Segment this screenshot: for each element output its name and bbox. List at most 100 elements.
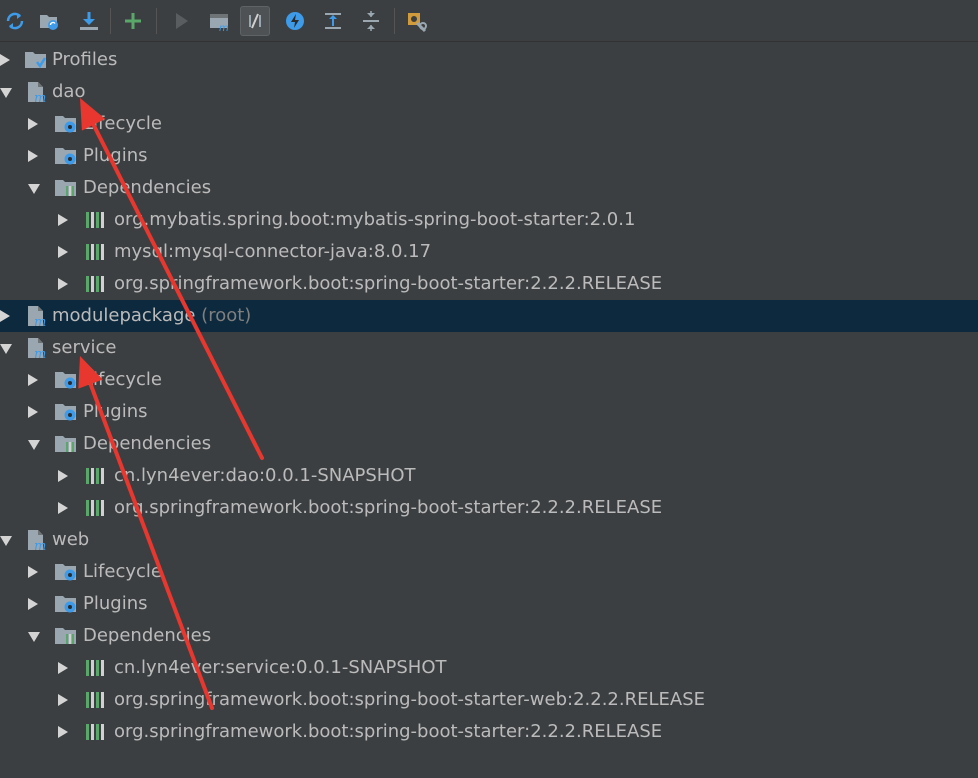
tree-node-text: Dependencies <box>83 177 212 198</box>
tree-node-text: Plugins <box>83 401 148 422</box>
tree-node-service-lifecycle[interactable]: Lifecycle <box>0 364 978 396</box>
tree-node-label: mysql:mysql-connector-java:8.0.17 <box>114 240 431 264</box>
expand-arrow-right-icon[interactable] <box>58 246 68 258</box>
tree-node-text: org.springframework.boot:spring-boot-sta… <box>114 497 663 518</box>
expand-arrow-right-icon[interactable] <box>0 310 10 322</box>
toggle-offline-icon[interactable] <box>240 6 270 36</box>
tree-node-web-dependencies[interactable]: Dependencies <box>0 620 978 652</box>
tree-node-label: Dependencies <box>83 432 211 456</box>
expand-arrow-down-icon[interactable] <box>0 344 12 354</box>
library-icon <box>84 721 108 743</box>
tree-node-text: cn.lyn4ever:service:0.0.1-SNAPSHOT <box>114 657 447 678</box>
tree-node-text: Profiles <box>52 49 118 70</box>
svg-text:m: m <box>34 347 46 359</box>
settings-icon[interactable] <box>402 6 432 36</box>
library-icon <box>84 273 108 295</box>
library-icon <box>84 657 108 679</box>
expand-arrow-right-icon[interactable] <box>0 54 10 66</box>
plugins-folder-icon <box>54 593 78 615</box>
tree-node-label: Lifecycle <box>83 368 162 392</box>
expand-arrow-right-icon[interactable] <box>58 662 68 674</box>
plugins-folder-icon <box>54 145 78 167</box>
library-icon <box>84 497 108 519</box>
tree-node-text: cn.lyn4ever:dao:0.0.1-SNAPSHOT <box>114 465 416 486</box>
tree-node-dao-dep-1[interactable]: org.mybatis.spring.boot:mybatis-spring-b… <box>0 204 978 236</box>
generate-sources-icon[interactable] <box>34 6 64 36</box>
tree-node-web[interactable]: m web <box>0 524 978 556</box>
expand-arrow-right-icon[interactable] <box>58 726 68 738</box>
expand-arrow-right-icon[interactable] <box>58 502 68 514</box>
maven-projects-tree: Profiles m dao Lifecycle Plugins Dependencies… <box>0 44 978 778</box>
tree-node-web-lifecycle[interactable]: Lifecycle <box>0 556 978 588</box>
expand-arrow-down-icon[interactable] <box>0 536 12 546</box>
expand-arrow-right-icon[interactable] <box>28 566 38 578</box>
tree-node-label: cn.lyn4ever:service:0.0.1-SNAPSHOT <box>114 656 447 680</box>
svg-text:m: m <box>219 23 229 33</box>
tree-node-service[interactable]: m service <box>0 332 978 364</box>
maven-module-icon: m <box>24 529 48 554</box>
tree-node-dao-dep-2[interactable]: mysql:mysql-connector-java:8.0.17 <box>0 236 978 268</box>
expand-arrow-right-icon[interactable] <box>58 470 68 482</box>
svg-text:m: m <box>34 315 46 327</box>
tree-node-text: mysql:mysql-connector-java:8.0.17 <box>114 241 432 262</box>
expand-arrow-right-icon[interactable] <box>58 214 68 226</box>
tree-node-label: org.springframework.boot:spring-boot-sta… <box>114 272 662 296</box>
tree-node-label: Lifecycle <box>83 560 162 584</box>
show-dependencies-icon[interactable] <box>318 6 348 36</box>
library-icon <box>84 241 108 263</box>
tree-node-text: Plugins <box>83 145 148 166</box>
expand-arrow-right-icon[interactable] <box>58 278 68 290</box>
tree-node-service-dep-1[interactable]: cn.lyn4ever:dao:0.0.1-SNAPSHOT <box>0 460 978 492</box>
reimport-icon[interactable] <box>0 6 30 36</box>
tree-node-label: Plugins <box>83 592 147 616</box>
maven-toolbar: m <box>0 0 978 42</box>
run-icon[interactable] <box>166 6 196 36</box>
collapse-all-icon[interactable] <box>356 6 386 36</box>
maven-module-icon: m <box>24 305 48 330</box>
tree-node-label: Plugins <box>83 144 147 168</box>
expand-arrow-right-icon[interactable] <box>28 374 38 386</box>
skip-tests-icon[interactable] <box>280 6 310 36</box>
tree-node-text: org.springframework.boot:spring-boot-sta… <box>114 689 705 710</box>
tree-node-text: Lifecycle <box>83 369 162 390</box>
tree-node-text: Lifecycle <box>83 113 162 134</box>
tree-node-text: web <box>52 529 90 550</box>
tree-node-text: Dependencies <box>83 625 212 646</box>
tree-node-label: modulepackage (root) <box>52 304 251 328</box>
tree-node-dao-plugins[interactable]: Plugins <box>0 140 978 172</box>
lifecycle-folder-icon <box>54 561 78 583</box>
tree-node-service-dep-2[interactable]: org.springframework.boot:spring-boot-sta… <box>0 492 978 524</box>
expand-arrow-down-icon[interactable] <box>28 440 40 450</box>
profiles-folder-icon <box>24 49 48 71</box>
expand-arrow-down-icon[interactable] <box>28 184 40 194</box>
execute-goal-icon[interactable]: m <box>204 6 234 36</box>
download-icon[interactable] <box>74 6 104 36</box>
tree-node-dao-dep-3[interactable]: org.springframework.boot:spring-boot-sta… <box>0 268 978 300</box>
tree-node-dao-dependencies[interactable]: Dependencies <box>0 172 978 204</box>
expand-arrow-right-icon[interactable] <box>28 118 38 130</box>
tree-node-web-plugins[interactable]: Plugins <box>0 588 978 620</box>
tree-node-dao[interactable]: m dao <box>0 76 978 108</box>
tree-node-profiles[interactable]: Profiles <box>0 44 978 76</box>
add-icon[interactable] <box>118 6 148 36</box>
tree-node-modulepackage[interactable]: m modulepackage (root) <box>0 300 978 332</box>
expand-arrow-down-icon[interactable] <box>28 632 40 642</box>
expand-arrow-right-icon[interactable] <box>28 406 38 418</box>
tree-node-label: org.springframework.boot:spring-boot-sta… <box>114 688 705 712</box>
expand-arrow-right-icon[interactable] <box>28 598 38 610</box>
svg-text:m: m <box>34 539 46 551</box>
tree-node-dao-lifecycle[interactable]: Lifecycle <box>0 108 978 140</box>
dependencies-folder-icon <box>54 177 78 199</box>
tree-node-service-plugins[interactable]: Plugins <box>0 396 978 428</box>
expand-arrow-down-icon[interactable] <box>0 88 12 98</box>
expand-arrow-right-icon[interactable] <box>58 694 68 706</box>
tree-node-text: modulepackage <box>52 305 196 326</box>
tree-node-web-dep-3[interactable]: org.springframework.boot:spring-boot-sta… <box>0 716 978 748</box>
lifecycle-folder-icon <box>54 113 78 135</box>
tree-node-web-dep-1[interactable]: cn.lyn4ever:service:0.0.1-SNAPSHOT <box>0 652 978 684</box>
tree-node-service-dependencies[interactable]: Dependencies <box>0 428 978 460</box>
expand-arrow-right-icon[interactable] <box>28 150 38 162</box>
tree-node-label: org.mybatis.spring.boot:mybatis-spring-b… <box>114 208 635 232</box>
tree-node-label: Plugins <box>83 400 147 424</box>
tree-node-web-dep-2[interactable]: org.springframework.boot:spring-boot-sta… <box>0 684 978 716</box>
